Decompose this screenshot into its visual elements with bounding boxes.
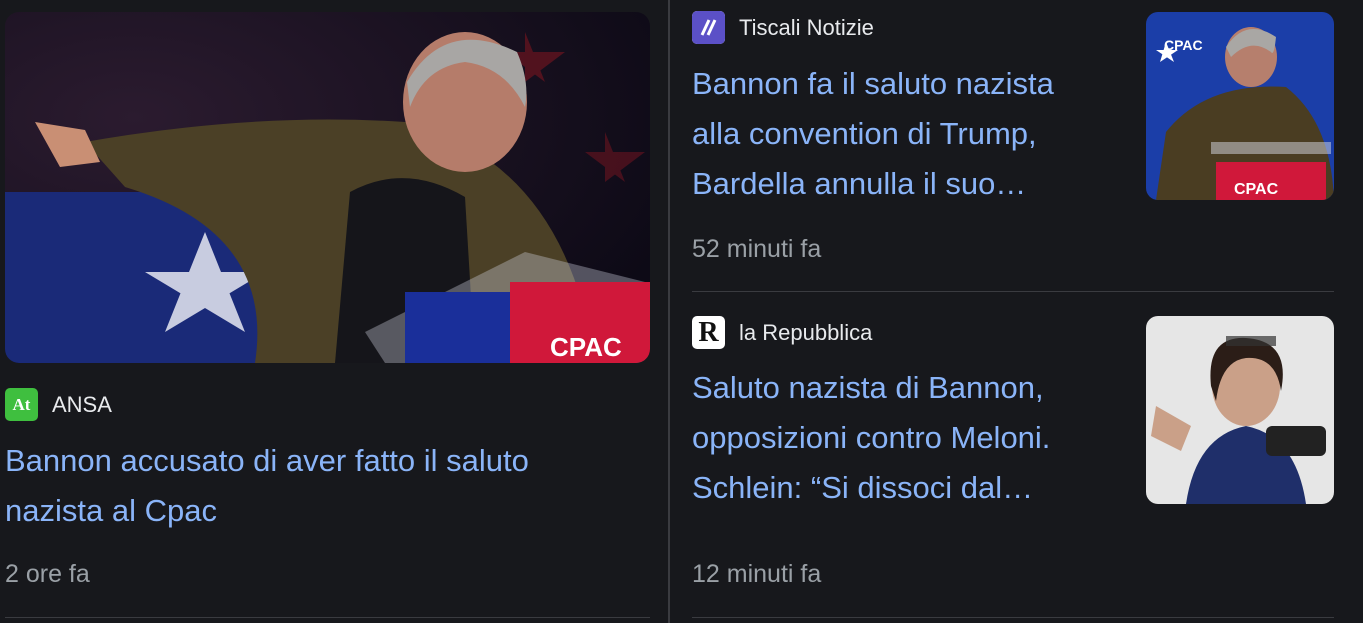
side-story-divider xyxy=(692,291,1334,292)
cpac-banner-text: CPAC xyxy=(1164,37,1203,53)
main-story-time: 2 ore fa xyxy=(5,560,90,588)
side-story-1-thumbnail[interactable]: CPAC CPAC xyxy=(1146,12,1334,200)
main-story-source[interactable]: At ANSA xyxy=(5,388,112,421)
source-name: la Repubblica xyxy=(739,319,873,345)
repubblica-logo-icon: R xyxy=(692,316,725,349)
cpac-podium-text: CPAC xyxy=(550,332,622,362)
ansa-logo-icon: At xyxy=(5,388,38,421)
source-name: Tiscali Notizie xyxy=(739,14,874,40)
column-divider xyxy=(668,0,670,623)
side-story-2-headline[interactable]: Saluto nazista di Bannon, opposizioni co… xyxy=(692,363,1112,513)
side-story-1-headline[interactable]: Bannon fa il saluto nazista alla convent… xyxy=(692,59,1102,209)
side-story-2-source[interactable]: R la Repubblica xyxy=(692,316,872,349)
side-story-2-thumbnail[interactable] xyxy=(1146,316,1334,504)
main-story-headline[interactable]: Bannon accusato di aver fatto il saluto … xyxy=(5,436,605,536)
side-story-bottom-divider xyxy=(692,617,1334,618)
side-story-1-source[interactable]: Tiscali Notizie xyxy=(692,11,874,44)
side-story-1-time: 52 minuti fa xyxy=(692,235,822,263)
main-story-image[interactable]: CPAC xyxy=(5,12,650,363)
main-story-bottom-divider xyxy=(5,617,650,618)
side-story-2-time: 12 minuti fa xyxy=(692,560,822,588)
cpac-podium-text: CPAC xyxy=(1234,181,1279,198)
tiscali-logo-icon xyxy=(692,11,725,44)
source-name: ANSA xyxy=(52,391,112,417)
